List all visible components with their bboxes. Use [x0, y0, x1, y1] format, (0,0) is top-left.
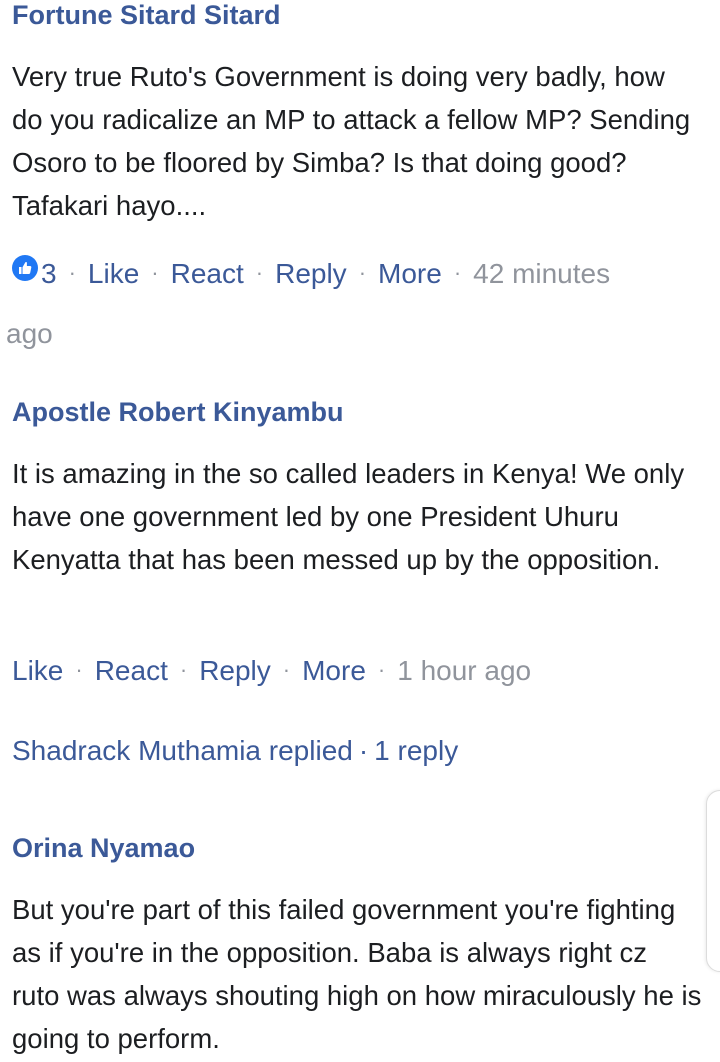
view-replies-link[interactable]: Shadrack Muthamia replied · 1 reply [12, 735, 458, 767]
comment-timestamp: 42 minutes [473, 258, 611, 289]
separator-dot: · [255, 260, 264, 285]
floating-panel-edge [706, 790, 720, 972]
comment-author[interactable]: Fortune Sitard Sitard [12, 0, 281, 31]
comment-text: Very true Ruto's Government is doing ver… [12, 61, 691, 221]
separator-dot: · [358, 260, 367, 285]
separator-dot: · [453, 260, 462, 285]
separator-dot: · [75, 657, 83, 682]
comment-author[interactable]: Apostle Robert Kinyambu [12, 397, 344, 428]
separator-dot: · [358, 735, 369, 766]
reply-button[interactable]: Reply [275, 258, 347, 289]
more-button[interactable]: More [302, 655, 366, 686]
separator-dot: · [282, 657, 291, 682]
comment-timestamp: 1 hour ago [397, 655, 532, 686]
separator-dot: · [151, 260, 159, 285]
reaction-count[interactable]: 3 [41, 258, 57, 289]
like-reaction-icon[interactable] [12, 254, 38, 281]
comment-actions: 3 · Like · React · Reply · More · 42 minutes ago [0, 245, 720, 363]
comment-timestamp-continued: ago [6, 318, 53, 349]
separator-dot: · [377, 657, 386, 682]
react-button[interactable]: React [95, 655, 168, 686]
comment-actions: Like · React · Reply · More · 1 hour ago [0, 642, 720, 702]
more-button[interactable]: More [378, 258, 442, 289]
like-button[interactable]: Like [88, 258, 139, 289]
replies-count[interactable]: 1 reply [374, 735, 458, 766]
comment-author[interactable]: Orina Nyamao [12, 833, 195, 864]
react-button[interactable]: React [171, 258, 244, 289]
comment-text: But you're part of this failed governmen… [12, 894, 702, 1054]
separator-dot: · [179, 657, 188, 682]
comment-text: It is amazing in the so called leaders i… [12, 458, 685, 575]
replies-preview-text[interactable]: Shadrack Muthamia replied [12, 735, 353, 766]
like-button[interactable]: Like [12, 655, 63, 686]
reply-button[interactable]: Reply [199, 655, 271, 686]
separator-dot: · [68, 260, 76, 285]
